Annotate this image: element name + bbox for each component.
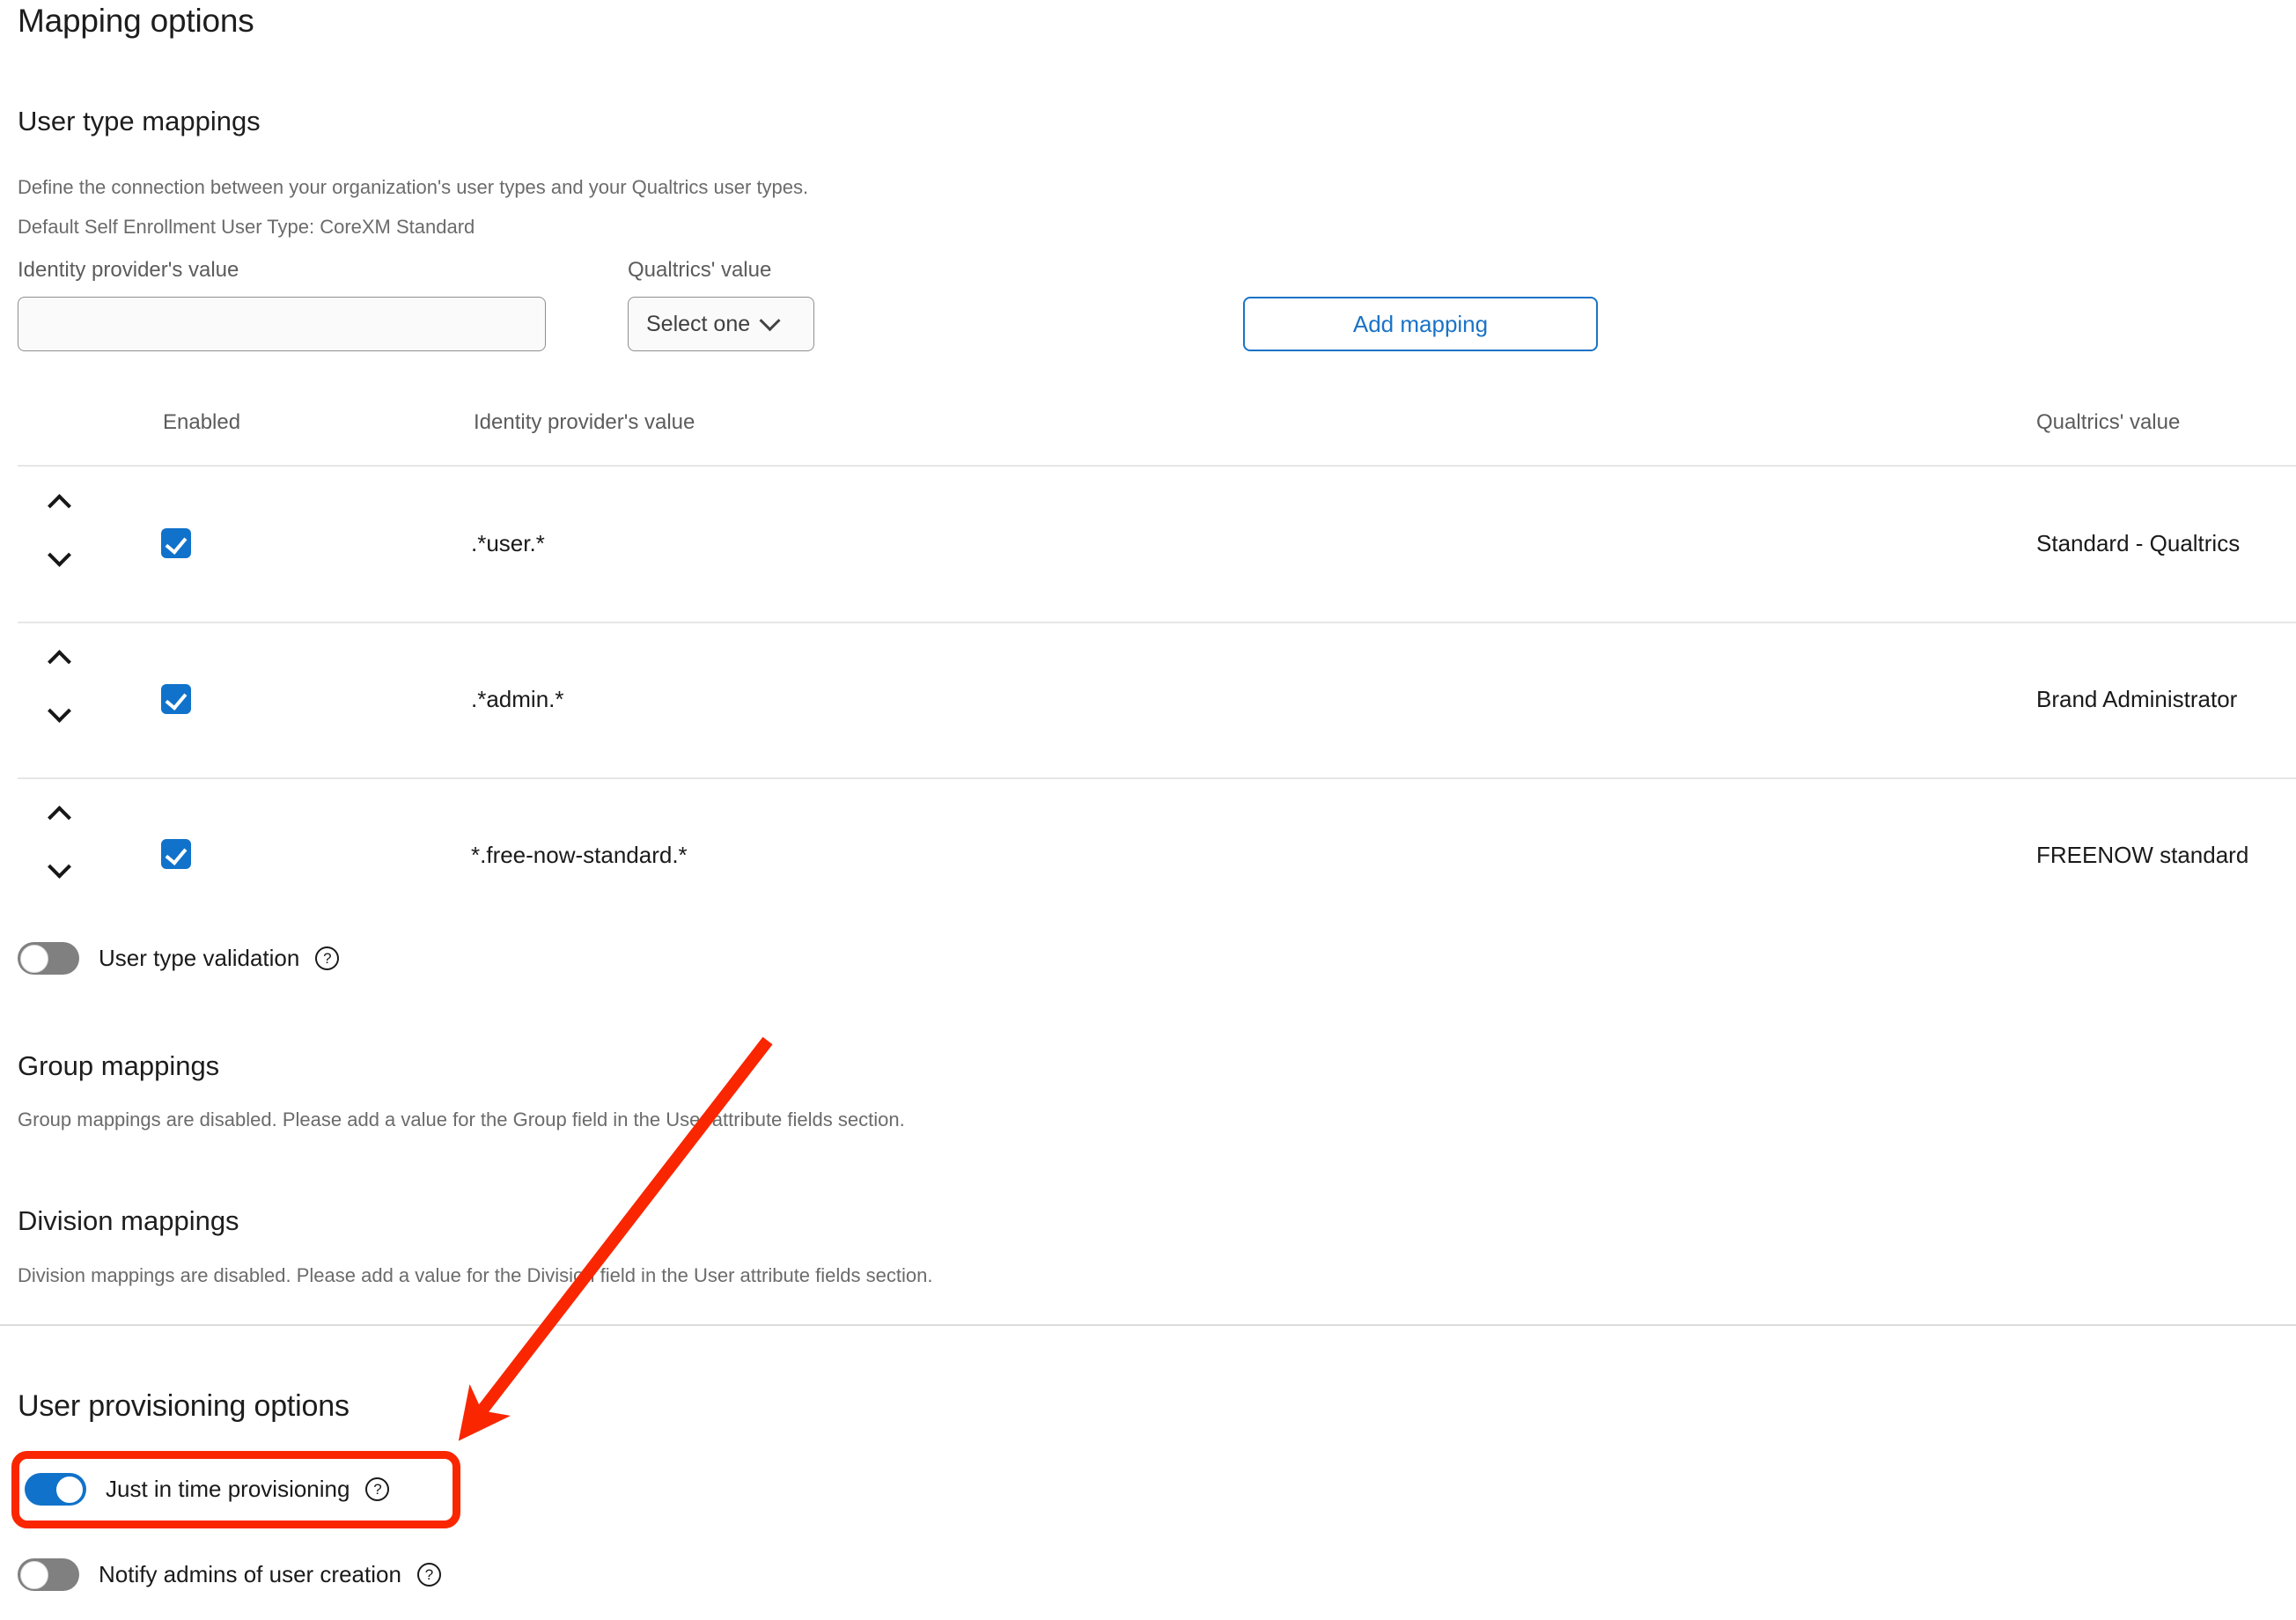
row-idp-value: .*user.* bbox=[471, 530, 545, 556]
row-enabled-checkbox[interactable] bbox=[161, 528, 191, 558]
caret-up-icon[interactable] bbox=[48, 806, 71, 829]
caret-up-icon[interactable] bbox=[48, 494, 71, 518]
table-divider bbox=[18, 622, 2296, 623]
user-type-validation-switch[interactable] bbox=[18, 942, 79, 975]
division-mappings-description: Division mappings are disabled. Please a… bbox=[18, 1264, 933, 1286]
row-reorder-controls[interactable] bbox=[48, 494, 86, 572]
group-mappings-description: Group mappings are disabled. Please add … bbox=[18, 1108, 905, 1130]
row-qualtrics-value: FREENOW standard bbox=[2036, 842, 2249, 868]
just-in-time-provisioning-toggle-row: Just in time provisioning ? bbox=[25, 1473, 390, 1506]
switch-knob bbox=[19, 944, 48, 973]
section-heading-division-mappings: Division mappings bbox=[18, 1205, 239, 1236]
switch-knob bbox=[55, 1475, 84, 1504]
notify-admins-of-user-creation-label: Notify admins of user creation bbox=[99, 1561, 401, 1587]
mapping-options-page: Mapping options User type mappings Defin… bbox=[0, 0, 2296, 1620]
idp-value-input[interactable] bbox=[18, 297, 546, 351]
row-idp-value: .*admin.* bbox=[471, 686, 564, 712]
idp-value-label: Identity provider's value bbox=[18, 258, 239, 282]
just-in-time-provisioning-label: Just in time provisioning bbox=[106, 1476, 350, 1502]
caret-down-icon[interactable] bbox=[48, 855, 71, 879]
help-circle-icon[interactable]: ? bbox=[416, 1563, 441, 1587]
section-divider bbox=[0, 1324, 2296, 1326]
qualtrics-value-label: Qualtrics' value bbox=[628, 258, 772, 282]
section-heading-user-provisioning: User provisioning options bbox=[18, 1389, 350, 1423]
table-divider bbox=[18, 777, 2296, 779]
table-divider bbox=[18, 465, 2296, 467]
caret-up-icon[interactable] bbox=[48, 650, 71, 674]
qualtrics-value-select[interactable]: Select one bbox=[628, 297, 814, 351]
notify-admins-of-user-creation-switch[interactable] bbox=[18, 1558, 79, 1591]
qualtrics-value-select-label: Select one bbox=[646, 311, 751, 336]
user-type-validation-label: User type validation bbox=[99, 945, 300, 971]
row-qualtrics-value: Brand Administrator bbox=[2036, 686, 2238, 712]
row-enabled-checkbox[interactable] bbox=[161, 839, 191, 869]
table-header-qualtrics-value: Qualtrics' value bbox=[2036, 410, 2181, 434]
row-reorder-controls[interactable] bbox=[48, 806, 86, 884]
row-enabled-checkbox[interactable] bbox=[161, 684, 191, 714]
just-in-time-provisioning-switch[interactable] bbox=[25, 1473, 86, 1506]
chevron-down-icon bbox=[759, 309, 781, 331]
notify-admins-toggle-row: Notify admins of user creation ? bbox=[18, 1558, 441, 1591]
row-qualtrics-value: Standard - Qualtrics bbox=[2036, 530, 2241, 556]
table-header-enabled: Enabled bbox=[163, 410, 241, 434]
help-circle-icon[interactable]: ? bbox=[315, 946, 340, 970]
section-heading-user-type-mappings: User type mappings bbox=[18, 106, 261, 136]
add-mapping-button[interactable]: Add mapping bbox=[1243, 297, 1598, 351]
row-idp-value: *.free-now-standard.* bbox=[471, 842, 688, 868]
annotation-arrow bbox=[458, 1036, 773, 1441]
default-self-enrollment-user-type: Default Self Enrollment User Type: CoreX… bbox=[18, 216, 475, 238]
user-type-validation-toggle-row: User type validation ? bbox=[18, 942, 340, 975]
section-heading-group-mappings: Group mappings bbox=[18, 1050, 220, 1081]
caret-down-icon[interactable] bbox=[48, 543, 71, 567]
switch-knob bbox=[19, 1560, 48, 1589]
row-reorder-controls[interactable] bbox=[48, 650, 86, 728]
help-circle-icon[interactable]: ? bbox=[365, 1477, 390, 1501]
page-title: Mapping options bbox=[18, 3, 254, 39]
table-header-idp-value: Identity provider's value bbox=[474, 410, 695, 434]
caret-down-icon[interactable] bbox=[48, 699, 71, 723]
user-type-mappings-description: Define the connection between your organ… bbox=[18, 176, 809, 198]
